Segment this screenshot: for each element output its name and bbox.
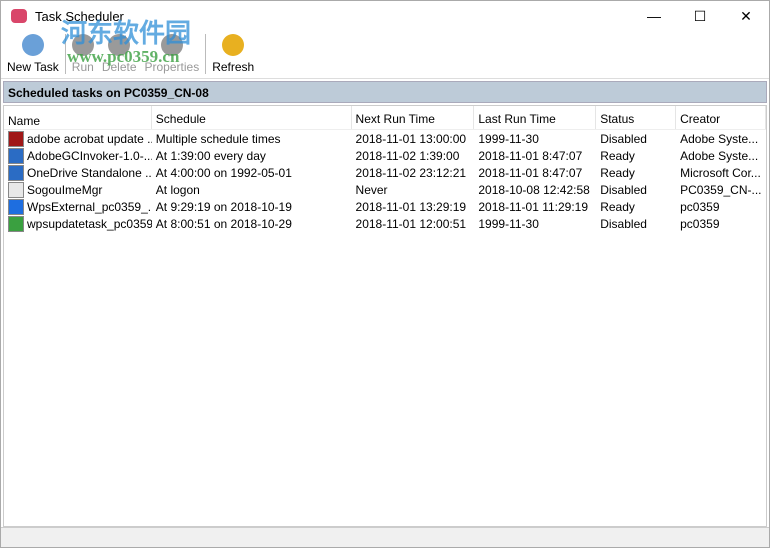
toolbar-label: New Task <box>7 60 59 74</box>
cell-next-run-time: Never <box>355 182 388 197</box>
cell-schedule: At logon <box>155 182 200 197</box>
task-icon <box>8 181 24 198</box>
cell-next-run-time: 2018-11-01 12:00:51 <box>355 216 467 231</box>
toolbar-label: Delete <box>101 60 137 74</box>
column-header-last-run-time[interactable]: Last Run Time <box>474 106 597 129</box>
task-name: wpsupdatetask_pc0359 <box>27 216 152 231</box>
table-row[interactable]: SogouImeMgr At logon Never 2018-10-08 12:42… <box>4 181 766 198</box>
column-header-creator[interactable]: Creator <box>676 106 767 129</box>
task-name: adobe acrobat update ... <box>27 131 152 146</box>
minimize-button[interactable]: — <box>631 1 677 31</box>
task-name: AdobeGCInvoker-1.0-... <box>27 148 152 163</box>
cell-creator: pc0359 <box>680 199 720 214</box>
cell-name: SogouImeMgr <box>4 181 152 198</box>
list-header: Name Schedule Next Run Time Last Run Time St… <box>4 106 767 130</box>
task-icon <box>8 215 24 232</box>
refresh-icon <box>222 34 245 56</box>
cell-name: wpsupdatetask_pc0359 <box>4 215 152 232</box>
toolbar-label: Properties <box>144 60 200 74</box>
cell-last-run-time: 2018-10-08 12:42:58 <box>478 182 590 197</box>
toolbar-separator <box>205 34 207 74</box>
cell-last-run-time: 2018-11-01 8:47:07 <box>478 165 583 180</box>
cell-next-run-time: 2018-11-01 13:00:00 <box>355 131 467 146</box>
refresh-button[interactable]: Refresh <box>208 32 258 78</box>
cell-status: Disabled <box>600 182 647 197</box>
task-icon <box>8 198 24 215</box>
column-header-next-run-time[interactable]: Next Run Time <box>352 106 475 129</box>
task-icon <box>8 147 24 164</box>
column-header-status[interactable]: Status <box>596 106 677 129</box>
delete-button[interactable]: Delete <box>98 32 141 78</box>
cell-status: Ready <box>600 199 635 214</box>
toolbar-separator <box>64 34 66 74</box>
task-name: SogouImeMgr <box>27 182 103 197</box>
cell-last-run-time: 2018-11-01 11:29:19 <box>478 199 589 214</box>
cell-next-run-time: 2018-11-02 23:12:21 <box>355 165 467 180</box>
window-title: Task Scheduler <box>35 8 124 24</box>
cell-status: Ready <box>600 148 635 163</box>
task-icon <box>8 130 24 147</box>
cell-last-run-time: 1999-11-30 <box>478 131 539 146</box>
status-bar <box>1 527 769 547</box>
table-row[interactable]: wpsupdatetask_pc0359 At 8:00:51 on 2018-1… <box>4 215 766 232</box>
cell-schedule: At 9:29:19 on 2018-10-19 <box>155 199 292 214</box>
cell-next-run-time: 2018-11-02 1:39:00 <box>355 148 460 163</box>
column-header-name[interactable]: Name <box>4 106 152 129</box>
toolbar-label: Run <box>71 60 94 74</box>
toolbar-label: Refresh <box>212 60 255 74</box>
task-icon <box>8 164 24 181</box>
task-name: OneDrive Standalone ... <box>27 165 152 180</box>
cell-schedule: At 4:00:00 on 1992-05-01 <box>155 165 292 180</box>
cell-creator: pc0359 <box>680 216 720 231</box>
cell-creator: Microsoft Cor... <box>680 165 761 180</box>
cell-status: Ready <box>600 165 635 180</box>
cell-creator: Adobe Syste... <box>680 131 759 146</box>
new-task-button[interactable]: New Task <box>3 32 63 78</box>
cell-next-run-time: 2018-11-01 13:29:19 <box>355 199 467 214</box>
table-row[interactable]: OneDrive Standalone ... At 4:00:00 on 199… <box>4 164 766 181</box>
properties-icon <box>160 34 183 56</box>
cell-name: AdobeGCInvoker-1.0-... <box>4 147 152 164</box>
cell-status: Disabled <box>600 131 647 146</box>
cell-schedule: Multiple schedule times <box>155 131 281 146</box>
cell-name: WpsExternal_pc0359_... <box>4 198 152 215</box>
properties-button[interactable]: Properties <box>141 32 204 78</box>
table-row[interactable]: adobe acrobat update ... Multiple schedul… <box>4 130 766 147</box>
app-icon <box>11 9 27 23</box>
cell-name: adobe acrobat update ... <box>4 130 152 147</box>
cell-last-run-time: 1999-11-30 <box>478 216 539 231</box>
cell-status: Disabled <box>600 216 647 231</box>
table-row[interactable]: WpsExternal_pc0359_... At 9:29:19 on 2018… <box>4 198 766 215</box>
cell-name: OneDrive Standalone ... <box>4 164 152 181</box>
cell-creator: PC0359_CN-... <box>680 182 762 197</box>
cell-creator: Adobe Syste... <box>680 148 759 163</box>
cell-last-run-time: 2018-11-01 8:47:07 <box>478 148 583 163</box>
scheduled-tasks-heading: Scheduled tasks on PC0359_CN-08 <box>3 81 767 103</box>
cell-schedule: At 8:00:51 on 2018-10-29 <box>155 216 292 231</box>
title-bar: Task Scheduler — ☐ ✕ <box>1 1 769 31</box>
task-name: WpsExternal_pc0359_... <box>27 199 152 214</box>
cell-schedule: At 1:39:00 every day <box>155 148 266 163</box>
run-icon <box>71 34 94 56</box>
delete-icon <box>108 34 131 56</box>
task-list: Name Schedule Next Run Time Last Run Time St… <box>3 105 767 527</box>
column-header-schedule[interactable]: Schedule <box>152 106 352 129</box>
maximize-button[interactable]: ☐ <box>677 1 723 31</box>
run-button[interactable]: Run <box>68 32 98 78</box>
toolbar: New Task Run Delete Properties Refresh <box>1 31 769 79</box>
new-task-icon <box>21 34 44 56</box>
close-button[interactable]: ✕ <box>723 1 769 31</box>
table-row[interactable]: AdobeGCInvoker-1.0-... At 1:39:00 every d… <box>4 147 766 164</box>
